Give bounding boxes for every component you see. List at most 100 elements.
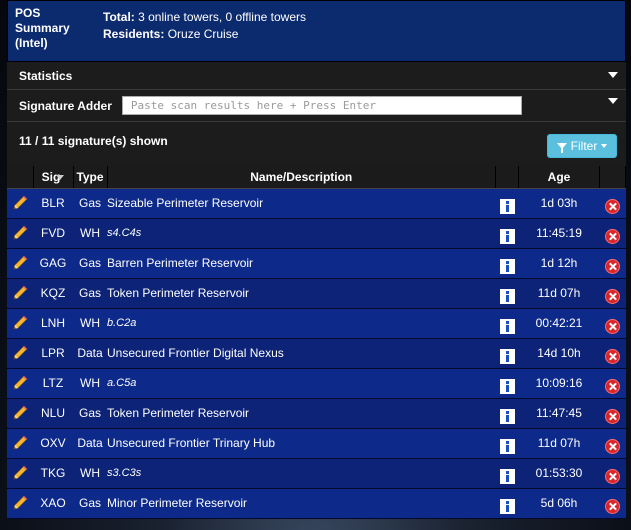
info-button[interactable]: [495, 188, 519, 219]
info-button[interactable]: [495, 398, 519, 429]
pencil-icon[interactable]: [11, 225, 29, 240]
delete-icon[interactable]: [605, 498, 620, 514]
pencil-icon[interactable]: [11, 405, 29, 420]
delete-icon[interactable]: [605, 348, 620, 364]
delete-button[interactable]: [599, 338, 626, 369]
filter-button[interactable]: Filter: [547, 134, 617, 158]
info-button[interactable]: [495, 218, 519, 249]
info-icon[interactable]: [499, 198, 515, 214]
info-button[interactable]: [495, 338, 519, 369]
scan-paste-input[interactable]: [121, 96, 522, 115]
name-cell: Token Perimeter Reservoir: [107, 278, 496, 309]
info-button[interactable]: [495, 308, 519, 339]
signature-count-bar: 11 / 11 signature(s) shown Filter: [7, 122, 626, 166]
delete-button[interactable]: [599, 278, 626, 309]
type-column-header[interactable]: Type: [73, 166, 108, 189]
info-icon[interactable]: [499, 228, 515, 244]
delete-button[interactable]: [599, 458, 626, 489]
table-row[interactable]: NLU Gas Token Perimeter Reservoir 11:47:45: [7, 398, 626, 429]
delete-icon[interactable]: [605, 378, 620, 394]
table-row[interactable]: LNH WH b.C2a 00:42:21: [7, 308, 626, 339]
delete-button[interactable]: [599, 398, 626, 429]
pos-summary-info: Total: 3 online towers, 0 offline towers…: [103, 1, 306, 61]
statistics-section-header[interactable]: Statistics: [7, 62, 626, 90]
edit-button[interactable]: [7, 488, 33, 519]
pos-summary: POS Summary (Intel) Total: 3 online towe…: [7, 0, 626, 62]
edit-button[interactable]: [7, 368, 33, 399]
delete-button[interactable]: [599, 428, 626, 459]
delete-icon[interactable]: [605, 198, 620, 214]
table-row[interactable]: TKG WH s3.C3s 01:53:30: [7, 458, 626, 489]
info-icon[interactable]: [499, 408, 515, 424]
chevron-down-icon[interactable]: [608, 71, 618, 78]
delete-icon[interactable]: [605, 288, 620, 304]
signature-table: Sig Type Name/Description Age BLR Gas Size…: [7, 166, 626, 519]
info-button[interactable]: [495, 428, 519, 459]
info-icon[interactable]: [499, 318, 515, 334]
table-row[interactable]: FVD WH s4.C4s 11:45:19: [7, 218, 626, 249]
pencil-icon[interactable]: [11, 285, 29, 300]
info-icon[interactable]: [499, 438, 515, 454]
delete-column-header: [599, 166, 626, 189]
sig-cell: FVD: [33, 218, 73, 249]
pencil-icon[interactable]: [11, 495, 29, 510]
delete-button[interactable]: [599, 488, 626, 519]
name-column-header[interactable]: Name/Description: [107, 166, 496, 189]
sig-column-header[interactable]: Sig: [33, 166, 74, 189]
delete-button[interactable]: [599, 188, 626, 219]
delete-button[interactable]: [599, 218, 626, 249]
delete-icon[interactable]: [605, 468, 620, 484]
table-header-row: Sig Type Name/Description Age: [7, 166, 626, 189]
info-button[interactable]: [495, 458, 519, 489]
edit-button[interactable]: [7, 278, 33, 309]
table-row[interactable]: OXV Data Unsecured Frontier Trinary Hub 11d…: [7, 428, 626, 459]
table-row[interactable]: KQZ Gas Token Perimeter Reservoir 11d 07h: [7, 278, 626, 309]
age-cell: 11d 07h: [518, 428, 600, 459]
edit-button[interactable]: [7, 338, 33, 369]
info-button[interactable]: [495, 278, 519, 309]
info-icon[interactable]: [499, 498, 515, 514]
info-icon[interactable]: [499, 348, 515, 364]
edit-button[interactable]: [7, 398, 33, 429]
info-button[interactable]: [495, 368, 519, 399]
edit-button[interactable]: [7, 308, 33, 339]
info-button[interactable]: [495, 488, 519, 519]
pencil-icon[interactable]: [11, 255, 29, 270]
info-icon[interactable]: [499, 378, 515, 394]
delete-icon[interactable]: [605, 228, 620, 244]
edit-button[interactable]: [7, 458, 33, 489]
pos-title-line2: Summary: [15, 21, 70, 35]
delete-icon[interactable]: [605, 318, 620, 334]
pencil-icon[interactable]: [11, 315, 29, 330]
pencil-icon[interactable]: [11, 435, 29, 450]
delete-icon[interactable]: [605, 258, 620, 274]
delete-icon[interactable]: [605, 408, 620, 424]
edit-button[interactable]: [7, 218, 33, 249]
info-icon[interactable]: [499, 288, 515, 304]
delete-button[interactable]: [599, 368, 626, 399]
delete-icon[interactable]: [605, 438, 620, 454]
sig-cell: OXV: [33, 428, 73, 459]
table-row[interactable]: LTZ WH a.C5a 10:09:16: [7, 368, 626, 399]
name-cell: s3.C3s: [107, 458, 496, 489]
table-row[interactable]: GAG Gas Barren Perimeter Reservoir 1d 12h: [7, 248, 626, 279]
chevron-down-icon[interactable]: [608, 97, 618, 104]
info-icon[interactable]: [499, 468, 515, 484]
table-row[interactable]: BLR Gas Sizeable Perimeter Reservoir 1d 03h: [7, 188, 626, 219]
info-icon[interactable]: [499, 258, 515, 274]
name-cell: Sizeable Perimeter Reservoir: [107, 188, 496, 219]
pencil-icon[interactable]: [11, 345, 29, 360]
pencil-icon[interactable]: [11, 375, 29, 390]
edit-button[interactable]: [7, 248, 33, 279]
pencil-icon[interactable]: [11, 195, 29, 210]
info-button[interactable]: [495, 248, 519, 279]
table-row[interactable]: XAO Gas Minor Perimeter Reservoir 5d 06h: [7, 488, 626, 519]
delete-button[interactable]: [599, 308, 626, 339]
age-cell: 11:47:45: [518, 398, 600, 429]
table-row[interactable]: LPR Data Unsecured Frontier Digital Nexus 1…: [7, 338, 626, 369]
pencil-icon[interactable]: [11, 465, 29, 480]
age-column-header[interactable]: Age: [518, 166, 600, 189]
edit-button[interactable]: [7, 428, 33, 459]
delete-button[interactable]: [599, 248, 626, 279]
edit-button[interactable]: [7, 188, 33, 219]
